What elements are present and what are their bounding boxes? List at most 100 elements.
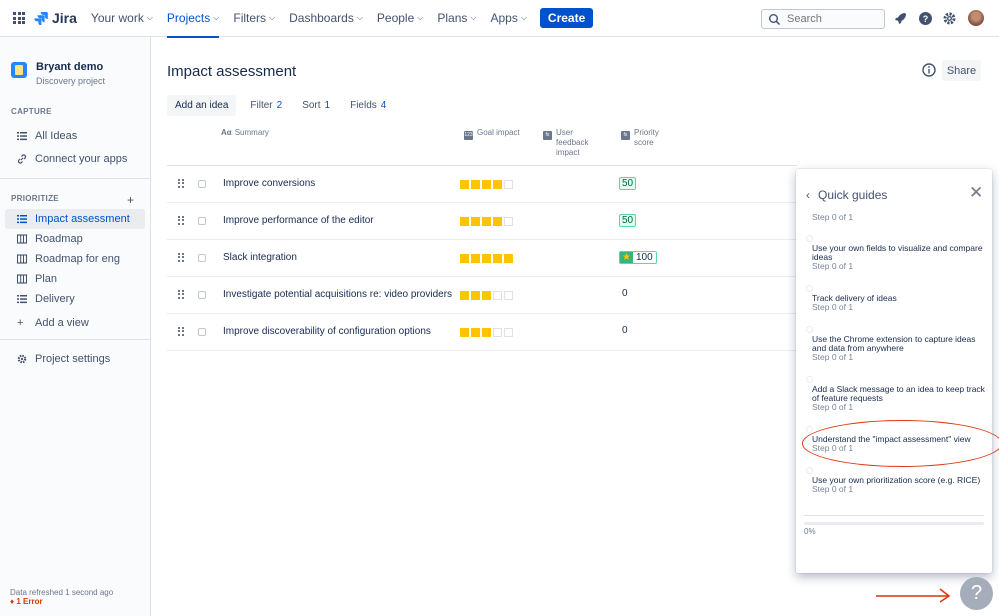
rating-square-icon	[482, 217, 491, 226]
column-header-summary[interactable]: Aα Summary	[221, 128, 269, 138]
drag-handle-icon[interactable]	[178, 179, 184, 188]
nav-label: Filters	[233, 11, 267, 25]
list-icon	[17, 132, 27, 141]
list-icon	[17, 215, 27, 224]
nav-label: Apps	[490, 11, 518, 25]
chevron-down-icon: ⌵	[417, 13, 424, 22]
chevron-down-icon: ⌵	[520, 13, 527, 22]
sidebar-item-all-ideas[interactable]: All Ideas	[5, 126, 145, 146]
sidebar-item-delivery[interactable]: Delivery	[5, 289, 145, 309]
nav-label: Your work	[90, 11, 144, 25]
prioritize-section-title: PRIORITIZE	[11, 194, 59, 203]
idea-title[interactable]: Slack integration	[223, 252, 297, 263]
close-icon[interactable]: ✕	[969, 183, 983, 203]
sidebar-item-plan[interactable]: Plan	[5, 269, 145, 289]
rating-square-icon	[460, 328, 469, 337]
sidebar-item-label: Connect your apps	[35, 153, 128, 165]
guide-name: Use your own fields to visualize and com…	[812, 243, 983, 262]
nav-plans[interactable]: Plans ⌵	[437, 0, 476, 37]
back-chevron-icon[interactable]: ‹	[806, 188, 810, 202]
error-indicator[interactable]: ♦ 1 Error	[10, 597, 43, 606]
nav-projects[interactable]: Projects ⌵	[166, 0, 220, 38]
guide-step: Step 0 of 1	[812, 302, 854, 312]
idea-title[interactable]: Improve performance of the editor	[223, 215, 374, 226]
sidebar-item-connect-apps[interactable]: Connect your apps	[5, 149, 145, 169]
info-icon[interactable]	[922, 63, 936, 77]
guide-item[interactable]: Use the Chrome extension to capture idea…	[806, 326, 986, 362]
rating-square-icon	[504, 217, 513, 226]
row-checkbox[interactable]	[198, 180, 206, 188]
project-name: Bryant demo	[36, 61, 104, 73]
idea-title[interactable]: Improve discoverability of configuration…	[223, 326, 431, 337]
table-row[interactable]: Improve performance of the editor 50	[167, 203, 797, 240]
goal-impact-rating[interactable]	[460, 328, 515, 337]
table-row[interactable]: Slack integration ★ 100	[167, 240, 797, 277]
notifications-rocket-icon[interactable]	[893, 11, 908, 26]
search-input[interactable]	[787, 13, 877, 25]
table-row[interactable]: Improve discoverability of configuration…	[167, 314, 797, 351]
sort-button[interactable]: Sort 1	[302, 100, 330, 111]
plus-icon: +	[17, 317, 24, 329]
user-avatar[interactable]	[968, 10, 984, 26]
fields-button[interactable]: Fields 4	[350, 100, 386, 111]
rating-square-icon	[460, 254, 469, 263]
sidebar-item-roadmap-for-eng[interactable]: Roadmap for eng	[5, 249, 145, 269]
add-section-plus-icon[interactable]: +	[127, 193, 134, 207]
nav-dashboards[interactable]: Dashboards ⌵	[289, 0, 363, 37]
sidebar-item-project-settings[interactable]: Project settings	[5, 349, 145, 369]
share-button[interactable]: Share	[942, 60, 981, 81]
project-header[interactable]: Bryant demo Discovery project	[11, 61, 105, 86]
rating-square-icon	[493, 217, 502, 226]
goal-impact-rating[interactable]	[460, 291, 515, 300]
row-checkbox[interactable]	[198, 328, 206, 336]
guide-item[interactable]: Add a Slack message to an idea to keep t…	[806, 376, 986, 412]
add-idea-button[interactable]: Add an idea	[167, 94, 237, 116]
idea-title[interactable]: Investigate potential acquisitions re: v…	[223, 289, 452, 300]
column-header-goal-impact[interactable]: 123 Goal impact	[464, 128, 520, 140]
goal-impact-rating[interactable]	[460, 180, 515, 189]
nav-label: Dashboards	[289, 11, 354, 25]
guide-item[interactable]: Use your own prioritization score (e.g. …	[806, 467, 986, 494]
fields-label: Fields	[350, 99, 377, 111]
drag-handle-icon[interactable]	[178, 216, 184, 225]
guide-item[interactable]: Use your own fields to visualize and com…	[806, 235, 986, 271]
settings-gear-icon[interactable]	[942, 11, 957, 26]
sort-count: 1	[324, 99, 331, 111]
create-button[interactable]: Create	[539, 8, 594, 28]
nav-filters[interactable]: Filters ⌵	[233, 0, 275, 37]
filter-button[interactable]: Filter 2	[250, 100, 282, 111]
rating-square-icon	[471, 254, 480, 263]
help-question-button[interactable]: ?	[960, 577, 993, 610]
column-header-user-feedback-impact[interactable]: fx User feedback impact	[543, 128, 603, 158]
guide-status-circle-icon	[806, 376, 813, 383]
idea-title[interactable]: Improve conversions	[223, 178, 315, 189]
search-box[interactable]	[761, 9, 885, 29]
jira-logo[interactable]: Jira	[34, 10, 77, 26]
nav-your-work[interactable]: Your work ⌵	[91, 0, 153, 37]
column-header-priority-score[interactable]: fx Priority score	[621, 128, 681, 148]
sidebar-item-roadmap[interactable]: Roadmap	[5, 229, 145, 249]
sidebar-item-impact-assessment[interactable]: Impact assessment	[5, 209, 145, 229]
row-checkbox[interactable]	[198, 254, 206, 262]
table-row[interactable]: Investigate potential acquisitions re: v…	[167, 277, 797, 314]
nav-people[interactable]: People ⌵	[377, 0, 423, 37]
help-icon[interactable]: ?	[918, 11, 933, 26]
add-view-button[interactable]: + Add a view	[5, 313, 145, 333]
drag-handle-icon[interactable]	[178, 290, 184, 299]
drag-handle-icon[interactable]	[178, 327, 184, 336]
nav-apps[interactable]: Apps ⌵	[490, 0, 526, 37]
chevron-down-icon: ⌵	[470, 13, 477, 22]
row-checkbox[interactable]	[198, 217, 206, 225]
list-icon	[17, 295, 27, 304]
rating-square-icon	[482, 254, 491, 263]
app-switcher-icon[interactable]	[13, 12, 25, 24]
sidebar-item-label: Delivery	[35, 293, 75, 305]
guide-item[interactable]: Track delivery of ideas Step 0 of 1	[806, 285, 986, 312]
drag-handle-icon[interactable]	[178, 253, 184, 262]
table-row[interactable]: Improve conversions 50	[167, 166, 797, 203]
goal-impact-rating[interactable]	[460, 254, 515, 263]
row-checkbox[interactable]	[198, 291, 206, 299]
goal-impact-rating[interactable]	[460, 217, 515, 226]
column-label: Summary	[234, 128, 269, 137]
error-label: 1 Error	[16, 597, 43, 606]
